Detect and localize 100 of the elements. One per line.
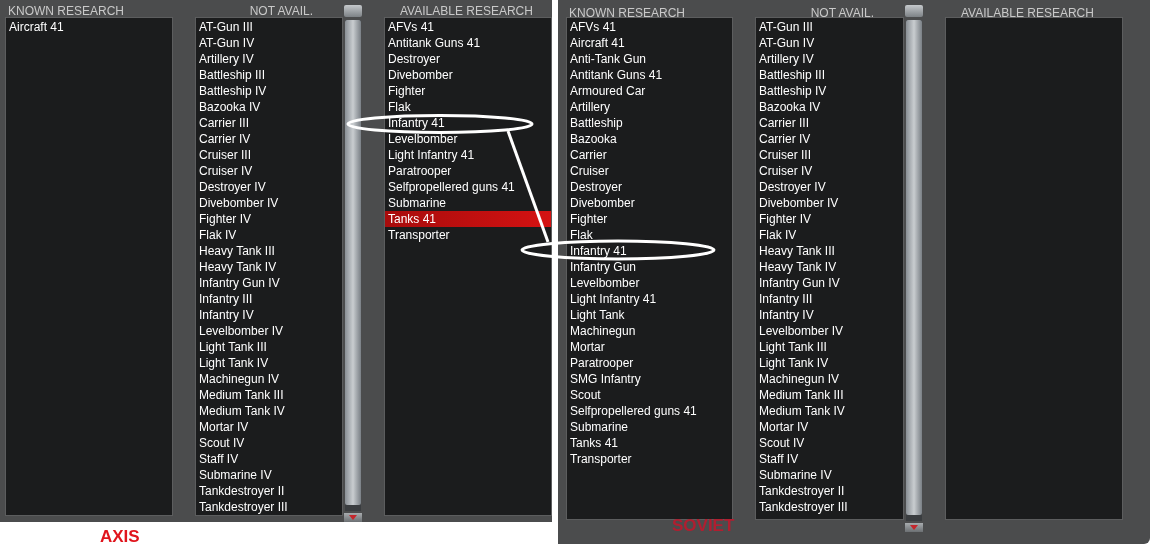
list-item[interactable]: Tankdestroyer II <box>196 483 342 499</box>
list-item[interactable]: Cruiser <box>567 163 732 179</box>
list-item[interactable]: Transporter <box>385 227 551 243</box>
list-item[interactable]: AT-Gun III <box>756 19 903 35</box>
list-item[interactable]: Submarine <box>567 419 732 435</box>
list-item[interactable]: Infantry Gun IV <box>756 275 903 291</box>
list-item[interactable]: Staff IV <box>756 451 903 467</box>
list-item[interactable]: Artillery <box>567 99 732 115</box>
list-item[interactable]: Infantry IV <box>196 307 342 323</box>
list-item[interactable]: Anti-Tank Gun <box>567 51 732 67</box>
list-item[interactable]: Infantry 41 <box>567 243 732 259</box>
list-item[interactable]: Destroyer <box>385 51 551 67</box>
list-item[interactable]: Battleship III <box>196 67 342 83</box>
list-item[interactable]: Flak IV <box>756 227 903 243</box>
list-item[interactable]: Divebomber <box>385 67 551 83</box>
list-item[interactable]: Bazooka <box>567 131 732 147</box>
list-item[interactable]: Light Tank IV <box>196 355 342 371</box>
list-item[interactable]: Fighter IV <box>196 211 342 227</box>
list-item[interactable]: Aircraft 41 <box>567 35 732 51</box>
list-item[interactable]: Staff IV <box>196 451 342 467</box>
list-item[interactable]: Light Tank III <box>756 339 903 355</box>
list-item[interactable]: Transporter <box>567 451 732 467</box>
list-item[interactable]: Selfpropellered guns 41 <box>567 403 732 419</box>
list-item[interactable]: Artillery IV <box>756 51 903 67</box>
list-item[interactable]: Aircraft 41 <box>6 19 172 35</box>
list-item[interactable]: Destroyer IV <box>196 179 342 195</box>
list-item[interactable]: Medium Tank III <box>196 387 342 403</box>
list-item[interactable]: Destroyer <box>567 179 732 195</box>
list-item[interactable]: Scout IV <box>196 435 342 451</box>
list-item[interactable]: Battleship <box>567 115 732 131</box>
list-item[interactable]: Antitank Guns 41 <box>385 35 551 51</box>
list-item[interactable]: Medium Tank IV <box>756 403 903 419</box>
list-item[interactable]: Machinegun <box>567 323 732 339</box>
list-item[interactable]: Heavy Tank IV <box>196 259 342 275</box>
list-item[interactable]: Machinegun IV <box>756 371 903 387</box>
list-item[interactable]: Scout IV <box>756 435 903 451</box>
list-item[interactable]: Light Infantry 41 <box>567 291 732 307</box>
list-item[interactable]: AFVs 41 <box>567 19 732 35</box>
list-item[interactable]: Heavy Tank III <box>196 243 342 259</box>
list-item[interactable]: Heavy Tank IV <box>756 259 903 275</box>
list-item[interactable]: Light Tank <box>567 307 732 323</box>
list-item[interactable]: Divebomber IV <box>756 195 903 211</box>
list-item[interactable]: AFVs 41 <box>385 19 551 35</box>
list-item[interactable]: Submarine IV <box>196 467 342 483</box>
list-item[interactable]: Infantry 41 <box>385 115 551 131</box>
scroll-down-button[interactable] <box>905 523 923 532</box>
list-item[interactable]: Divebomber IV <box>196 195 342 211</box>
list-item[interactable]: Battleship IV <box>196 83 342 99</box>
list-item[interactable]: Carrier <box>567 147 732 163</box>
list-item[interactable]: Cruiser IV <box>196 163 342 179</box>
list-item[interactable]: AT-Gun IV <box>756 35 903 51</box>
list-item[interactable]: Levelbomber <box>385 131 551 147</box>
list-item[interactable]: Mortar IV <box>756 419 903 435</box>
list-item[interactable]: Light Infantry 41 <box>385 147 551 163</box>
list-item[interactable]: AT-Gun III <box>196 19 342 35</box>
scroll-up-button[interactable] <box>905 5 923 17</box>
list-item[interactable]: Artillery IV <box>196 51 342 67</box>
list-item[interactable]: Bazooka IV <box>196 99 342 115</box>
list-item[interactable]: AT-Gun IV <box>196 35 342 51</box>
list-item[interactable]: Carrier IV <box>196 131 342 147</box>
list-item[interactable]: Fighter <box>385 83 551 99</box>
list-item[interactable]: Light Tank III <box>196 339 342 355</box>
list-item[interactable]: Carrier IV <box>756 131 903 147</box>
list-item[interactable]: Flak IV <box>196 227 342 243</box>
list-item[interactable]: Mortar <box>567 339 732 355</box>
list-item[interactable]: Carrier III <box>196 115 342 131</box>
list-item[interactable]: Antitank Guns 41 <box>567 67 732 83</box>
list-item[interactable]: Carrier III <box>756 115 903 131</box>
list-item[interactable]: Tanks 41 <box>567 435 732 451</box>
list-item[interactable]: SMG Infantry <box>567 371 732 387</box>
list-item[interactable]: Tankdestroyer III <box>196 499 342 515</box>
scroll-down-button[interactable] <box>344 513 362 522</box>
list-item[interactable]: Infantry III <box>196 291 342 307</box>
list-item[interactable]: Cruiser III <box>196 147 342 163</box>
list-item[interactable]: Tanks 41 <box>385 211 551 227</box>
list-item[interactable]: Divebomber <box>567 195 732 211</box>
list-item[interactable]: Submarine IV <box>756 467 903 483</box>
list-item[interactable]: Battleship IV <box>756 83 903 99</box>
list-item[interactable]: Infantry Gun <box>567 259 732 275</box>
list-item[interactable]: Levelbomber <box>567 275 732 291</box>
list-item[interactable]: Tankdestroyer II <box>756 483 903 499</box>
list-item[interactable]: Battleship III <box>756 67 903 83</box>
list-item[interactable]: Infantry IV <box>756 307 903 323</box>
list-item[interactable]: Bazooka IV <box>756 99 903 115</box>
list-item[interactable]: Paratrooper <box>567 355 732 371</box>
list-item[interactable]: Heavy Tank III <box>756 243 903 259</box>
list-item[interactable]: Armoured Car <box>567 83 732 99</box>
list-item[interactable]: Submarine <box>385 195 551 211</box>
list-item[interactable]: Levelbomber IV <box>756 323 903 339</box>
list-item[interactable]: Fighter <box>567 211 732 227</box>
scroll-up-button[interactable] <box>344 5 362 17</box>
list-item[interactable]: Fighter IV <box>756 211 903 227</box>
list-item[interactable]: Tankdestroyer III <box>756 499 903 515</box>
list-item[interactable]: Cruiser III <box>756 147 903 163</box>
list-item[interactable]: Paratrooper <box>385 163 551 179</box>
list-item[interactable]: Scout <box>567 387 732 403</box>
list-item[interactable]: Flak <box>567 227 732 243</box>
list-item[interactable]: Medium Tank III <box>756 387 903 403</box>
list-item[interactable]: Selfpropellered guns 41 <box>385 179 551 195</box>
list-item[interactable]: Infantry III <box>756 291 903 307</box>
